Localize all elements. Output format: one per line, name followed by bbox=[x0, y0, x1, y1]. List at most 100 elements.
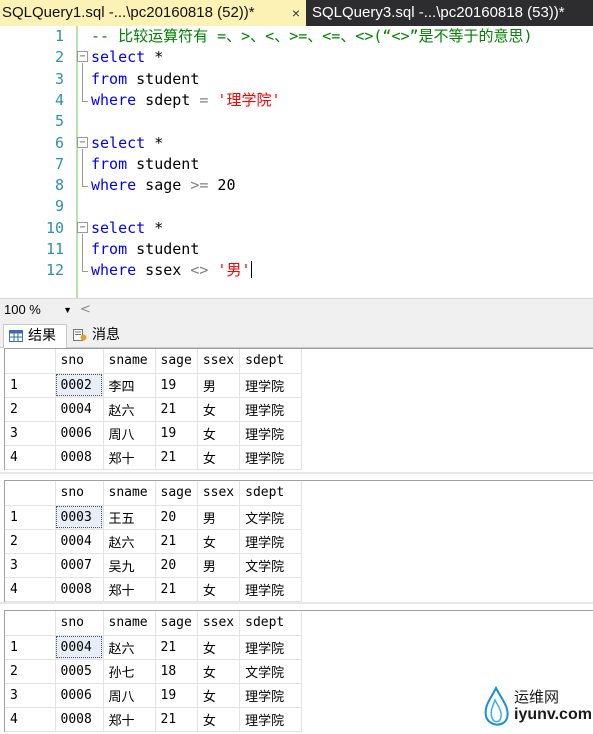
cell-ssex[interactable]: 男 bbox=[197, 505, 241, 530]
column-header[interactable]: sdept bbox=[239, 481, 303, 506]
result-grid[interactable]: sno sname sage ssex sdept 1 0003 王五 20 男文学院 2 0004 赵… bbox=[4, 480, 593, 602]
code-line[interactable]: 1 -- 比较运算符有 =、>、<、>=、<=、<>(“<>”是不等于的意思) bbox=[0, 26, 593, 47]
cell-sdept[interactable]: 文学院 bbox=[239, 659, 303, 684]
tab-results[interactable]: 结果 bbox=[3, 324, 67, 348]
table-row[interactable]: 3 0007 吴九 20 男文学院 bbox=[5, 553, 303, 578]
cell-sno[interactable]: 0005 bbox=[55, 659, 104, 684]
cell-sage[interactable]: 18 bbox=[155, 659, 198, 684]
cell-sname[interactable]: 周八 bbox=[103, 683, 156, 708]
table-row[interactable]: 4 0008 郑十 21 女理学院 bbox=[5, 577, 303, 602]
table-row[interactable]: 1 0004 赵六 21 女理学院 bbox=[5, 635, 303, 660]
cell-sdept[interactable]: 理学院 bbox=[239, 445, 303, 470]
table-row[interactable]: 1 0003 王五 20 男文学院 bbox=[5, 505, 303, 530]
cell-ssex[interactable]: 女 bbox=[197, 445, 241, 470]
code-line[interactable]: 9 bbox=[0, 196, 593, 217]
column-header[interactable]: ssex bbox=[197, 611, 241, 636]
cell-ssex[interactable]: 女 bbox=[197, 683, 241, 708]
cell-sno[interactable]: 0006 bbox=[55, 421, 104, 446]
row-header-corner[interactable] bbox=[5, 349, 56, 374]
cell-sno[interactable]: 0004 bbox=[55, 529, 104, 554]
cell-sage[interactable]: 19 bbox=[155, 373, 198, 398]
cell-sage[interactable]: 21 bbox=[155, 635, 198, 660]
cell-ssex[interactable]: 男 bbox=[197, 373, 241, 398]
column-header[interactable]: sno bbox=[55, 611, 104, 636]
row-number[interactable]: 4 bbox=[5, 707, 56, 732]
cell-sage[interactable]: 20 bbox=[155, 505, 198, 530]
row-number[interactable]: 2 bbox=[5, 529, 56, 554]
cell-sno[interactable]: 0004 bbox=[55, 397, 104, 422]
tab-sqlquery3[interactable]: SQLQuery3.sql -...\pc20160818 (53))* bbox=[306, 0, 593, 26]
scroll-left-icon[interactable]: < bbox=[80, 301, 91, 319]
collapse-region-icon[interactable]: − bbox=[77, 136, 88, 148]
table-row[interactable]: 2 0005 孙七 18 女文学院 bbox=[5, 659, 303, 684]
cell-sno[interactable]: 0008 bbox=[55, 577, 104, 602]
cell-sno[interactable]: 0008 bbox=[55, 445, 104, 470]
cell-sno[interactable]: 0004 bbox=[55, 635, 104, 660]
row-number[interactable]: 1 bbox=[5, 505, 56, 530]
cell-sdept[interactable]: 文学院 bbox=[239, 505, 303, 530]
cell-ssex[interactable]: 女 bbox=[197, 529, 241, 554]
table-row[interactable]: 3 0006 周八 19 女理学院 bbox=[5, 421, 303, 446]
cell-sname[interactable]: 李四 bbox=[103, 373, 156, 398]
collapse-region-icon[interactable]: − bbox=[77, 221, 88, 233]
cell-sname[interactable]: 周八 bbox=[103, 421, 156, 446]
cell-sdept[interactable]: 理学院 bbox=[239, 577, 303, 602]
table-row[interactable]: 2 0004 赵六 21 女理学院 bbox=[5, 397, 303, 422]
cell-sdept[interactable]: 文学院 bbox=[239, 553, 303, 578]
code-line[interactable]: 4 where sdept = '理学院' bbox=[0, 90, 593, 111]
row-number[interactable]: 4 bbox=[5, 577, 56, 602]
column-header[interactable]: sage bbox=[155, 611, 198, 636]
cell-sdept[interactable]: 理学院 bbox=[239, 707, 303, 732]
cell-sage[interactable]: 21 bbox=[155, 707, 198, 732]
close-tab-icon[interactable]: × bbox=[292, 0, 300, 26]
tab-messages[interactable]: 消息 bbox=[68, 324, 128, 348]
row-number[interactable]: 2 bbox=[5, 659, 56, 684]
column-header[interactable]: ssex bbox=[197, 349, 241, 374]
cell-sage[interactable]: 21 bbox=[155, 577, 198, 602]
code-line[interactable]: 5 bbox=[0, 111, 593, 132]
column-header[interactable]: sname bbox=[103, 611, 156, 636]
cell-sdept[interactable]: 理学院 bbox=[239, 373, 303, 398]
cell-ssex[interactable]: 女 bbox=[197, 659, 241, 684]
table-row[interactable]: 4 0008 郑十 21 女理学院 bbox=[5, 445, 303, 470]
cell-sname[interactable]: 郑十 bbox=[103, 577, 156, 602]
cell-ssex[interactable]: 女 bbox=[197, 421, 241, 446]
code-line[interactable]: 12 where ssex <> '男' bbox=[0, 260, 593, 281]
cell-sno[interactable]: 0003 bbox=[55, 505, 104, 530]
cell-sno[interactable]: 0002 bbox=[55, 373, 104, 398]
table-row[interactable]: 2 0004 赵六 21 女理学院 bbox=[5, 529, 303, 554]
cell-ssex[interactable]: 女 bbox=[197, 577, 241, 602]
cell-sage[interactable]: 20 bbox=[155, 553, 198, 578]
sql-editor[interactable]: 1 -- 比较运算符有 =、>、<、>=、<=、<>(“<>”是不等于的意思) 2 s… bbox=[0, 26, 593, 298]
code-line[interactable]: 2 select * − bbox=[0, 47, 593, 68]
cell-sage[interactable]: 19 bbox=[155, 421, 198, 446]
row-number[interactable]: 2 bbox=[5, 397, 56, 422]
zoom-select[interactable]: 100 % ▼ bbox=[2, 301, 74, 319]
cell-sno[interactable]: 0006 bbox=[55, 683, 104, 708]
cell-ssex[interactable]: 女 bbox=[197, 707, 241, 732]
cell-sage[interactable]: 21 bbox=[155, 397, 198, 422]
cell-sage[interactable]: 21 bbox=[155, 529, 198, 554]
cell-sname[interactable]: 赵六 bbox=[103, 635, 156, 660]
code-line[interactable]: 8 where sage >= 20 bbox=[0, 175, 593, 196]
row-number[interactable]: 4 bbox=[5, 445, 56, 470]
column-header[interactable]: sno bbox=[55, 349, 104, 374]
tab-sqlquery1[interactable]: SQLQuery1.sql -...\pc20160818 (52))* × bbox=[0, 0, 306, 26]
row-header-corner[interactable] bbox=[5, 481, 56, 506]
cell-sage[interactable]: 21 bbox=[155, 445, 198, 470]
column-header[interactable]: sno bbox=[55, 481, 104, 506]
cell-sdept[interactable]: 理学院 bbox=[239, 529, 303, 554]
column-header[interactable]: sname bbox=[103, 481, 156, 506]
cell-ssex[interactable]: 女 bbox=[197, 635, 241, 660]
row-number[interactable]: 3 bbox=[5, 421, 56, 446]
cell-sname[interactable]: 郑十 bbox=[103, 707, 156, 732]
code-line[interactable]: 10 select * − bbox=[0, 218, 593, 239]
row-number[interactable]: 3 bbox=[5, 683, 56, 708]
column-header[interactable]: ssex bbox=[197, 481, 241, 506]
cell-sname[interactable]: 孙七 bbox=[103, 659, 156, 684]
cell-sname[interactable]: 郑十 bbox=[103, 445, 156, 470]
table-row[interactable]: 4 0008 郑十 21 女理学院 bbox=[5, 707, 303, 732]
column-header[interactable]: sdept bbox=[239, 349, 303, 374]
collapse-region-icon[interactable]: − bbox=[77, 51, 88, 63]
cell-sdept[interactable]: 理学院 bbox=[239, 683, 303, 708]
